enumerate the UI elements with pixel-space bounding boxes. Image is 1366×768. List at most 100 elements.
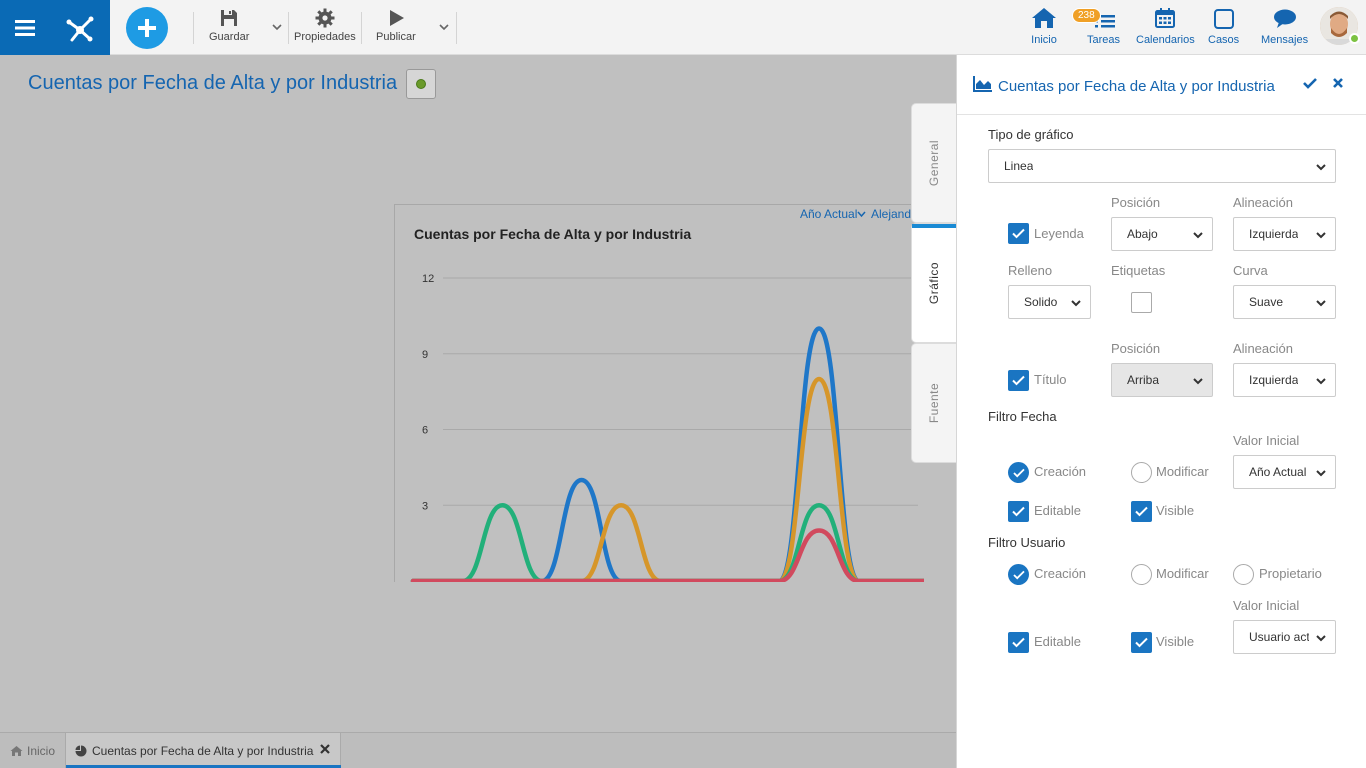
user-visible-checkbox[interactable] <box>1131 632 1152 653</box>
legend-position-label: Posición <box>1111 195 1161 210</box>
legend-position-value: Abajo <box>1127 227 1158 241</box>
online-status-dot <box>1349 33 1360 44</box>
gear-icon <box>315 8 335 28</box>
toolbar-divider <box>456 12 457 44</box>
panel-header: Cuentas por Fecha de Alta y por Industri… <box>957 55 1366 115</box>
close-icon[interactable] <box>320 744 330 754</box>
chevron-down-icon <box>1316 635 1326 642</box>
save-button[interactable]: Guardar <box>209 8 249 43</box>
floppy-disk-icon <box>221 10 238 26</box>
chart-title: Cuentas por Fecha de Alta y por Industri… <box>414 226 692 242</box>
status-dot-icon <box>416 79 426 89</box>
date-modify-label: Modificar <box>1156 464 1209 479</box>
panel-title: Cuentas por Fecha de Alta y por Industri… <box>998 78 1275 95</box>
hamburger-icon <box>15 19 35 36</box>
nav-cases-label: Casos <box>1208 34 1240 46</box>
nav-messages-label: Mensajes <box>1261 34 1309 46</box>
user-initial-value-select[interactable]: Usuario actual <box>1233 620 1336 654</box>
chevron-down-icon <box>1316 378 1326 385</box>
date-initial-value-select[interactable]: Año Actual <box>1233 455 1336 489</box>
app-logo[interactable] <box>50 0 110 55</box>
tab-source-label: Fuente <box>927 382 942 424</box>
plus-icon <box>138 19 156 37</box>
title-alignment-select[interactable]: Izquierda <box>1233 363 1336 397</box>
properties-label: Propiedades <box>294 31 356 43</box>
checkmark-icon <box>1012 570 1025 579</box>
curve-label: Curva <box>1233 263 1268 278</box>
title-alignment-label: Alineación <box>1233 341 1293 356</box>
date-creation-radio[interactable] <box>1008 462 1029 483</box>
user-initial-value: Usuario actual <box>1249 630 1309 644</box>
bottom-tab-home[interactable]: Inicio <box>0 733 66 768</box>
user-modify-radio[interactable] <box>1131 564 1152 585</box>
checkmark-confirm-icon[interactable] <box>1303 76 1317 90</box>
save-options-chevron-icon[interactable] <box>270 20 284 34</box>
legend-position-select[interactable]: Abajo <box>1111 217 1213 251</box>
chart-type-value: Linea <box>1004 159 1034 173</box>
chat-bubble-icon <box>1273 9 1296 28</box>
fill-label: Relleno <box>1008 263 1053 278</box>
date-initial-value: Año Actual <box>1249 465 1307 479</box>
chevron-down-icon <box>1316 300 1326 307</box>
user-creation-radio[interactable] <box>1008 564 1029 585</box>
chart-date-filter[interactable]: Año Actual <box>800 207 866 221</box>
chevron-down-icon <box>857 211 866 218</box>
publish-button[interactable]: Publicar <box>376 8 416 43</box>
y-tick-label: 3 <box>422 500 428 512</box>
page-title: Cuentas por Fecha de Alta y por Industri… <box>28 72 398 94</box>
user-editable-label: Editable <box>1034 634 1081 649</box>
title-alignment-value: Izquierda <box>1249 373 1299 387</box>
date-editable-checkbox[interactable] <box>1008 501 1029 522</box>
chevron-down-icon <box>1316 232 1326 239</box>
nav-home[interactable]: Inicio <box>1031 7 1057 46</box>
fill-select[interactable]: Solido <box>1008 285 1091 319</box>
title-position-value: Arriba <box>1127 373 1160 387</box>
legend-alignment-value: Izquierda <box>1249 227 1299 241</box>
tab-general[interactable]: General <box>911 103 957 223</box>
home-icon <box>1032 8 1056 28</box>
user-editable-checkbox[interactable] <box>1008 632 1029 653</box>
user-creation-label: Creación <box>1034 566 1087 581</box>
nav-calendars[interactable]: Calendarios <box>1136 7 1195 46</box>
legend-alignment-select[interactable]: Izquierda <box>1233 217 1336 251</box>
nav-cases[interactable]: Casos <box>1208 7 1239 46</box>
nav-messages[interactable]: Mensajes <box>1261 7 1308 46</box>
user-filter-label: Filtro Usuario <box>988 535 1066 550</box>
active-tab-indicator <box>912 224 957 228</box>
hamburger-menu-button[interactable] <box>0 0 50 55</box>
bottom-tab-document-label: Cuentas por Fecha de Alta y por Industri… <box>92 744 314 758</box>
labels-checkbox[interactable] <box>1131 292 1152 313</box>
publish-label: Publicar <box>376 31 416 43</box>
curve-select[interactable]: Suave <box>1233 285 1336 319</box>
checkmark-icon <box>1012 375 1025 386</box>
chart-type-select[interactable]: Linea <box>988 149 1336 183</box>
y-tick-label: 12 <box>422 273 434 285</box>
user-owner-radio[interactable] <box>1233 564 1254 585</box>
bottom-tab-bar: Inicio Cuentas por Fecha de Alta y por I… <box>0 732 956 768</box>
series-line-1 <box>410 376 924 582</box>
title-checkbox[interactable] <box>1008 370 1029 391</box>
title-position-label: Posición <box>1111 341 1161 356</box>
bottom-tab-document[interactable]: Cuentas por Fecha de Alta y por Industri… <box>66 733 341 768</box>
status-toggle-button[interactable] <box>406 69 436 99</box>
checkmark-icon <box>1012 468 1025 477</box>
toolbar-divider <box>288 12 289 44</box>
date-editable-label: Editable <box>1034 503 1081 518</box>
labels-label: Etiquetas <box>1111 263 1166 278</box>
chevron-down-icon <box>1193 378 1203 385</box>
tab-source[interactable]: Fuente <box>911 343 957 463</box>
date-visible-checkbox[interactable] <box>1131 501 1152 522</box>
properties-button[interactable]: Propiedades <box>294 8 356 43</box>
add-new-button[interactable] <box>126 7 168 49</box>
y-tick-label: 6 <box>422 425 428 437</box>
date-modify-radio[interactable] <box>1131 462 1152 483</box>
cases-square-icon <box>1213 9 1234 29</box>
checkmark-icon <box>1012 228 1025 239</box>
close-icon[interactable] <box>1332 77 1344 89</box>
toolbar-divider <box>361 12 362 44</box>
legend-checkbox[interactable] <box>1008 223 1029 244</box>
title-position-select[interactable]: Arriba <box>1111 363 1213 397</box>
publish-options-chevron-icon[interactable] <box>437 20 451 34</box>
fill-value: Solido <box>1024 295 1058 309</box>
tab-chart[interactable]: Gráfico <box>911 223 957 343</box>
